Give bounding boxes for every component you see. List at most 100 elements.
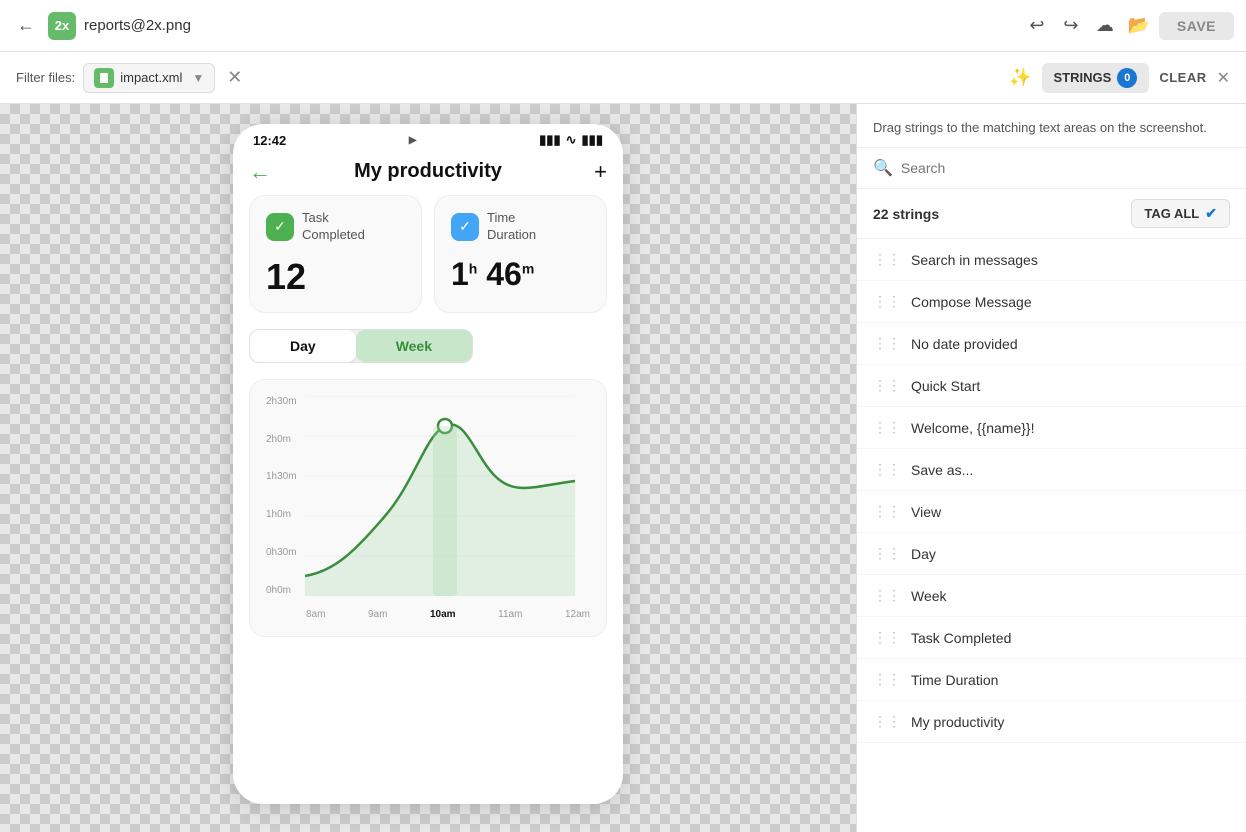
list-item[interactable]: ⋮⋮ Task Completed (857, 617, 1246, 659)
search-icon: 🔍 (873, 158, 893, 178)
search-input[interactable] (901, 160, 1230, 176)
time-label: Time Duration (487, 210, 536, 244)
tag-all-button[interactable]: TAG ALL ✔ (1131, 199, 1230, 228)
filter-right: ✨ STRINGS 0 CLEAR ✕ (1009, 63, 1230, 93)
toolbar: ← 2x reports@2x.png ↩ ↪ ☁ 📂 SAVE (0, 0, 1246, 52)
y-label-3: 1h0m (266, 509, 297, 520)
phone-back-button[interactable]: ← (249, 159, 271, 185)
string-text: Day (911, 546, 936, 562)
list-item[interactable]: ⋮⋮ Welcome, {{name}}! (857, 407, 1246, 449)
chart-area: 2h30m 2h0m 1h30m 1h0m 0h30m 0h0m (249, 379, 607, 637)
list-item[interactable]: ⋮⋮ Week (857, 575, 1246, 617)
x-label-12am: 12am (565, 609, 590, 620)
phone-time: 12:42 (253, 133, 286, 148)
list-item[interactable]: ⋮⋮ Search in messages (857, 239, 1246, 281)
redo-button[interactable]: ↪ (1057, 12, 1085, 40)
y-label-0: 2h30m (266, 396, 297, 407)
string-text: Search in messages (911, 252, 1038, 268)
y-label-2: 1h30m (266, 471, 297, 482)
x-label-9am: 9am (368, 609, 387, 620)
drag-handle-icon: ⋮⋮ (873, 629, 901, 646)
drag-handle-icon: ⋮⋮ (873, 251, 901, 268)
string-text: Compose Message (911, 294, 1032, 310)
minute-unit: m (522, 260, 534, 276)
filter-file-select[interactable]: impact.xml ▼ (83, 63, 215, 93)
x-label-8am: 8am (306, 609, 325, 620)
list-item[interactable]: ⋮⋮ View (857, 491, 1246, 533)
task-check-icon: ✓ (266, 213, 294, 241)
app-icon: 2x (48, 12, 76, 40)
string-text: Quick Start (911, 378, 980, 394)
string-text: View (911, 504, 941, 520)
filter-bar: Filter files: impact.xml ▼ ✕ ✨ STRINGS 0… (0, 52, 1246, 104)
phone-status-bar: 12:42 ▶ ▮▮▮ ∿ ▮▮▮ (233, 124, 623, 152)
task-value: 12 (266, 256, 405, 298)
task-card-header: ✓ Task Completed (266, 210, 405, 244)
x-label-11am: 11am (498, 609, 522, 620)
chart-svg (305, 396, 590, 601)
battery-icon: ▮▮▮ (582, 132, 603, 148)
phone-mockup: 12:42 ▶ ▮▮▮ ∿ ▮▮▮ ← My productivity + ✓ (233, 124, 623, 804)
filter-file-name: impact.xml (120, 70, 182, 85)
hour-unit: h (469, 260, 478, 276)
week-toggle-button[interactable]: Week (356, 330, 472, 362)
string-text: Welcome, {{name}}! (911, 420, 1034, 436)
list-item[interactable]: ⋮⋮ Day (857, 533, 1246, 575)
save-button[interactable]: SAVE (1159, 12, 1234, 40)
time-check-icon: ✓ (451, 213, 479, 241)
upload-button[interactable]: ☁ (1091, 12, 1119, 40)
right-panel: Drag strings to the matching text areas … (856, 104, 1246, 832)
tag-all-check-icon: ✔ (1205, 205, 1217, 222)
tag-all-label: TAG ALL (1144, 206, 1199, 221)
task-completed-card: ✓ Task Completed 12 (249, 195, 422, 313)
location-icon: ▶ (409, 135, 417, 146)
y-label-5: 0h0m (266, 585, 297, 596)
x-label-10am: 10am (430, 609, 456, 620)
strings-count-badge: 0 (1117, 68, 1137, 88)
back-button[interactable]: ← (12, 12, 40, 40)
toolbar-right: ↩ ↪ ☁ 📂 SAVE (1023, 12, 1234, 40)
string-text: My productivity (911, 714, 1004, 730)
chart-container: 2h30m 2h0m 1h30m 1h0m 0h30m 0h0m (266, 396, 590, 601)
string-text: No date provided (911, 336, 1018, 352)
list-item[interactable]: ⋮⋮ Compose Message (857, 281, 1246, 323)
undo-button[interactable]: ↩ (1023, 12, 1051, 40)
day-toggle-button[interactable]: Day (250, 330, 356, 362)
drag-handle-icon: ⋮⋮ (873, 461, 901, 478)
list-item[interactable]: ⋮⋮ Save as... (857, 449, 1246, 491)
folder-button[interactable]: 📂 (1125, 12, 1153, 40)
drag-handle-icon: ⋮⋮ (873, 545, 901, 562)
strings-label: STRINGS (1054, 70, 1112, 85)
y-label-4: 0h30m (266, 547, 297, 558)
string-text: Task Completed (911, 630, 1011, 646)
list-item[interactable]: ⋮⋮ My productivity (857, 701, 1246, 743)
string-list: ⋮⋮ Search in messages ⋮⋮ Compose Message… (857, 239, 1246, 832)
strings-count-label: 22 strings (873, 206, 939, 222)
string-text: Time Duration (911, 672, 998, 688)
drag-handle-icon: ⋮⋮ (873, 671, 901, 688)
panel-hint: Drag strings to the matching text areas … (857, 104, 1246, 148)
drag-handle-icon: ⋮⋮ (873, 713, 901, 730)
string-text: Save as... (911, 462, 973, 478)
filter-close-button[interactable]: ✕ (227, 67, 242, 88)
list-item[interactable]: ⋮⋮ No date provided (857, 323, 1246, 365)
toggle-row: Day Week (233, 329, 623, 379)
phone-add-button[interactable]: + (594, 159, 607, 185)
time-duration-card: ✓ Time Duration 1h 46m (434, 195, 607, 313)
stats-grid: ✓ Task Completed 12 ✓ Time Duration 1h 4… (233, 195, 623, 329)
list-item[interactable]: ⋮⋮ Time Duration (857, 659, 1246, 701)
magic-wand-icon[interactable]: ✨ (1009, 67, 1031, 88)
list-item[interactable]: ⋮⋮ Quick Start (857, 365, 1246, 407)
time-value: 1h 46m (451, 256, 590, 293)
phone-page-title: My productivity (354, 160, 502, 183)
search-box: 🔍 (857, 148, 1246, 189)
drag-handle-icon: ⋮⋮ (873, 419, 901, 436)
strings-badge[interactable]: STRINGS 0 (1042, 63, 1150, 93)
clear-button[interactable]: CLEAR (1159, 70, 1206, 85)
time-minutes: 46 (486, 256, 522, 292)
task-label: Task Completed (302, 210, 365, 244)
y-axis: 2h30m 2h0m 1h30m 1h0m 0h30m 0h0m (266, 396, 305, 596)
time-card-header: ✓ Time Duration (451, 210, 590, 244)
clear-close-icon[interactable]: ✕ (1217, 68, 1230, 88)
main-area: 12:42 ▶ ▮▮▮ ∿ ▮▮▮ ← My productivity + ✓ (0, 104, 1246, 832)
